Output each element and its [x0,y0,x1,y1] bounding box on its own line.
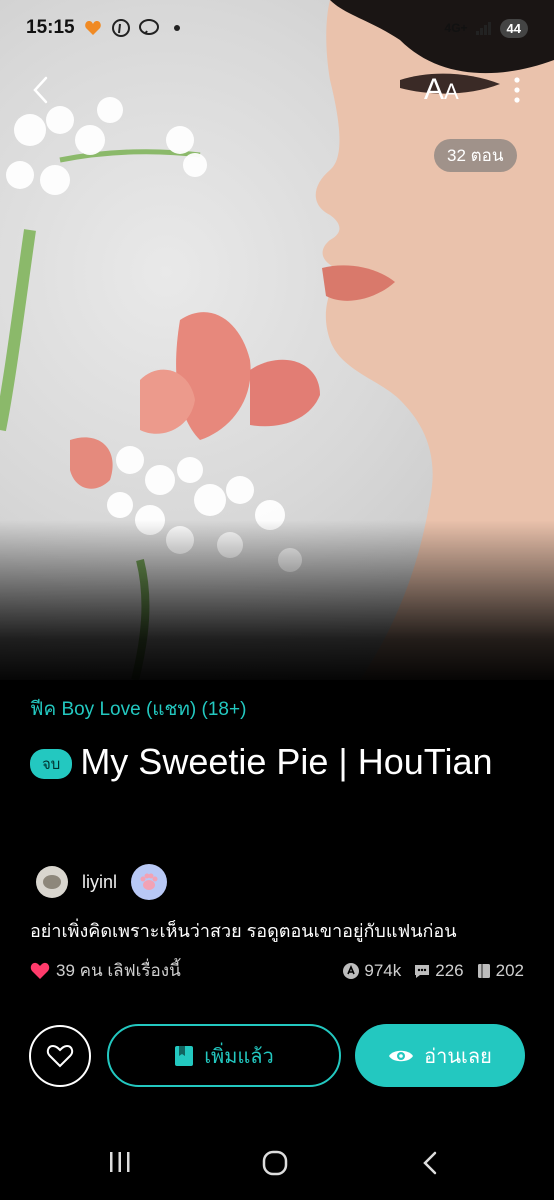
heart-outline-icon [46,1044,74,1068]
heart-filled-icon [30,962,50,979]
story-cover-image [0,0,554,680]
comment-icon [415,964,430,978]
signal-icon [474,18,494,38]
author-avatar[interactable] [36,866,68,898]
back-button[interactable] [26,72,58,108]
status-time: 15:15 [26,17,75,38]
views-icon [343,962,360,979]
likes-stat: 39 คน เลิฟเรื่องนี้ [30,957,181,984]
bookmark-book-icon [175,1045,194,1066]
pinterest-icon [111,18,131,38]
completed-status-badge: จบ [30,748,73,779]
comments-count: 226 [435,960,464,980]
font-size-label-small: A [444,79,459,104]
system-back-button[interactable] [420,1150,440,1180]
added-label: เพิ่มแล้ว [204,1045,274,1068]
back-arrow-icon [423,1151,437,1175]
love-button[interactable] [29,1025,91,1087]
chevron-left-icon [33,76,48,104]
comments-stat: 226 [413,960,464,981]
story-title: My Sweetie Pie | HouTian [80,741,493,782]
eye-icon [389,1050,414,1061]
story-genre[interactable]: ฟีค Boy Love (แชท) (18+) [30,694,246,724]
more-options-button[interactable] [508,74,526,106]
added-to-library-button[interactable]: เพิ่มแล้ว [107,1024,341,1087]
read-label: อ่านเลย [424,1045,492,1068]
app-heart-icon [83,18,103,38]
recent-apps-icon [110,1152,130,1172]
story-synopsis: อย่าเพิ่งคิดเพราะเห็นว่าสวย รอดูตอนเขาอย… [30,921,457,941]
recent-apps-button[interactable] [108,1150,132,1180]
views-count: 974k [364,960,402,980]
book-icon [477,963,490,978]
likes-text: 39 คน เลิฟเรื่องนี้ [56,961,181,980]
network-label: 4G+ [444,21,468,35]
chapters-stat: 202 [476,961,524,981]
battery-level: 44 [499,18,528,38]
home-button[interactable] [262,1150,288,1180]
views-stat: 974k [342,961,401,981]
notification-dot-icon [167,18,187,38]
home-icon [262,1150,288,1176]
font-size-label-big: A [424,73,445,106]
episode-count-badge: 32 ตอน [434,139,517,172]
font-size-button[interactable]: AA [424,72,459,108]
story-stats: 39 คน เลิฟเรื่องนี้ 974k 226 202 [30,957,524,984]
author-name[interactable]: liyinl [82,872,117,893]
author-row[interactable]: liyinl [36,864,168,900]
status-bar: 15:15 4G+ 44 [0,0,554,56]
line-icon [138,18,159,38]
paw-badge-icon [131,864,168,900]
more-vertical-icon [514,77,520,103]
system-navigation-bar [0,1130,554,1200]
story-title-block: จบ My Sweetie Pie | HouTian [30,733,530,791]
chapters-count: 202 [495,960,524,980]
read-now-button[interactable]: อ่านเลย [355,1024,525,1087]
